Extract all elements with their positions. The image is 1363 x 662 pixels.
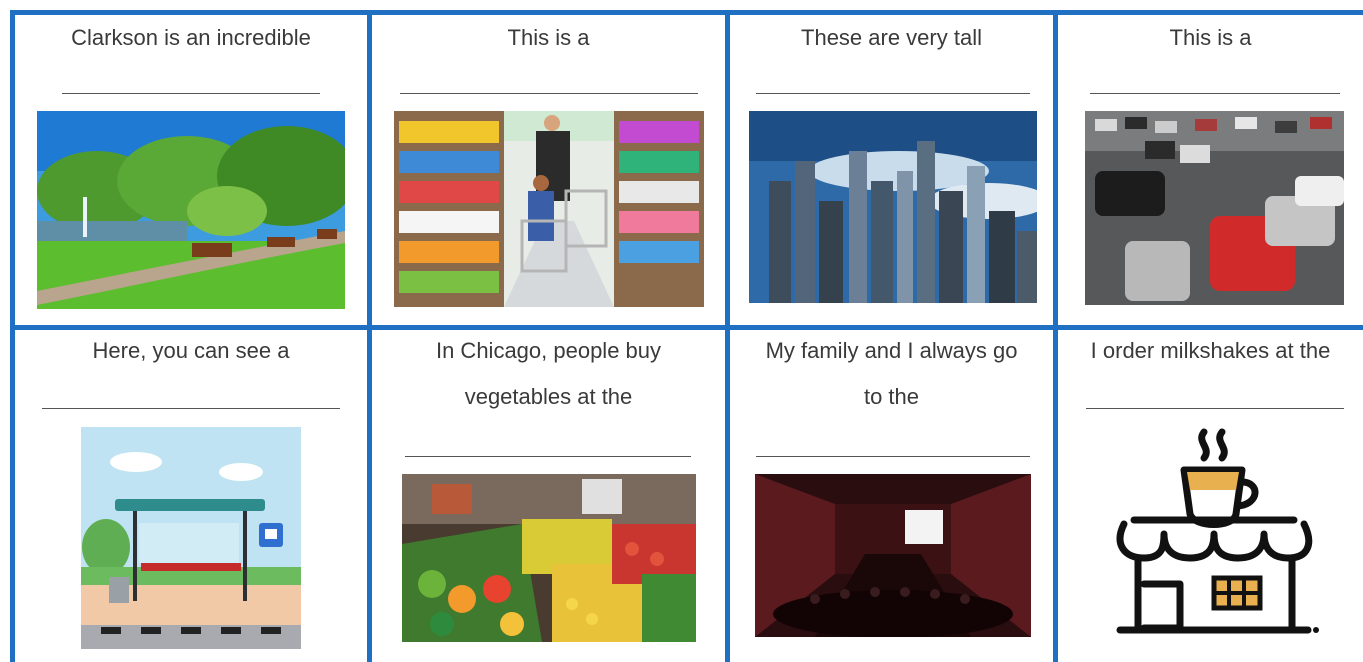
card-movie-theater: My family and I always go to the [730,330,1053,662]
card-prompt: This is a [1169,25,1252,50]
card-prompt: Here, you can see a [92,338,290,363]
answer-blank[interactable] [42,408,340,409]
skyscrapers-photo [749,111,1037,303]
card-market: In Chicago, people buy vegetables at the [372,330,725,662]
card-parking-lot: This is a [1058,15,1363,325]
card-prompt-line-1: My family and I always go [765,338,1018,363]
card-prompt-line-1: In Chicago, people buy [435,338,662,363]
market-photo [402,474,696,642]
cafe-icon [1104,424,1326,642]
answer-blank[interactable] [756,456,1030,457]
movie-theater-photo [755,474,1031,637]
answer-blank[interactable] [1090,93,1340,94]
answer-blank[interactable] [756,93,1030,94]
answer-blank[interactable] [400,93,698,94]
card-prompt: Clarkson is an incredible [71,25,311,50]
card-bus-stop: Here, you can see a [15,330,367,662]
park-photo [37,111,345,309]
card-prompt-line-2: vegetables at the [464,384,633,409]
card-prompt: I order milkshakes at the [1090,338,1331,363]
card-prompt: These are very tall [801,25,982,50]
card-skyscrapers: These are very tall [730,15,1053,325]
bus-stop-icon [81,427,301,649]
answer-blank[interactable] [62,93,320,94]
answer-blank[interactable] [405,456,691,457]
worksheet: Clarkson is an incredible This is a Thes… [0,0,1363,662]
parking-lot-photo [1085,111,1344,305]
card-cafe: I order milkshakes at the [1058,330,1363,662]
card-supermarket: This is a [372,15,725,325]
card-prompt-line-2: to the [863,384,920,409]
answer-blank[interactable] [1086,408,1344,409]
card-park: Clarkson is an incredible [15,15,367,325]
card-prompt: This is a [507,25,590,50]
supermarket-photo [394,111,704,307]
